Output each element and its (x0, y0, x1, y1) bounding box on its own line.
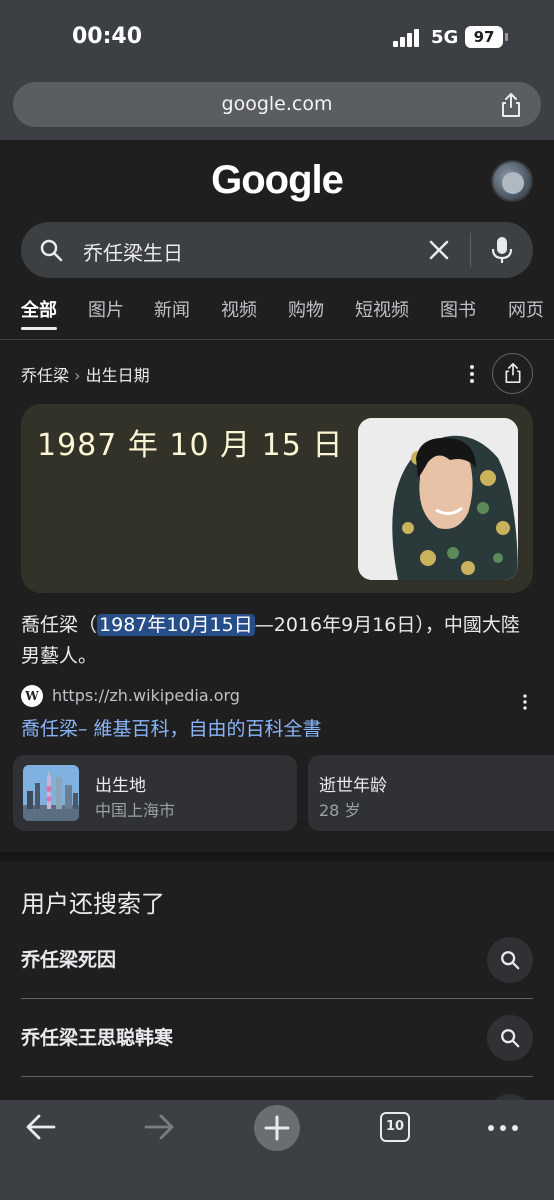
source-more-icon[interactable] (523, 694, 527, 710)
bottom-toolbar: 10 (0, 1100, 554, 1200)
share-icon (505, 363, 521, 383)
menu-icon[interactable] (488, 1125, 518, 1131)
chip-value: 28 岁 (319, 801, 361, 820)
avatar[interactable] (491, 160, 533, 202)
address-text[interactable]: google.com (13, 93, 541, 115)
related-item[interactable]: 乔任梁王思聪韩寒 (21, 999, 533, 1077)
signal-icon (393, 29, 423, 47)
status-time: 00:40 (72, 24, 143, 49)
search-icon (501, 1029, 520, 1048)
close-icon[interactable] (426, 237, 452, 263)
answer-date: 1987 年 10 月 15 日 (37, 428, 344, 463)
share-icon[interactable] (499, 92, 523, 118)
related-search-button[interactable] (487, 1015, 533, 1061)
tab-news[interactable]: 新闻 (154, 296, 190, 322)
google-logo[interactable]: Google (0, 158, 554, 203)
section-divider (0, 852, 554, 862)
tab-all[interactable]: 全部 (21, 296, 57, 330)
related-item[interactable]: 乔任梁死因 (21, 921, 533, 999)
breadcrumb: 乔任梁 › 出生日期 (21, 362, 150, 386)
tab-books[interactable]: 图书 (440, 296, 476, 322)
search-tabs: 全部 图片 新闻 视频 购物 短视频 图书 网页 (0, 296, 554, 340)
breadcrumb-attribute: 出生日期 (85, 366, 150, 385)
new-tab-button[interactable] (254, 1105, 300, 1151)
search-box[interactable]: 乔任梁生日 (21, 222, 533, 278)
tab-switcher-button[interactable]: 10 (380, 1112, 410, 1142)
tab-shopping[interactable]: 购物 (288, 296, 324, 322)
share-button[interactable] (492, 353, 533, 394)
tab-web[interactable]: 网页 (508, 296, 544, 322)
wikipedia-icon: W (21, 685, 43, 707)
chip-death-age[interactable]: 逝世年龄 28 岁 (308, 755, 554, 831)
plus-icon (264, 1115, 290, 1141)
related-heading: 用户还搜索了 (21, 890, 165, 918)
chip-value: 中国上海市 (95, 801, 176, 820)
shanghai-thumbnail (23, 765, 79, 821)
tab-images[interactable]: 图片 (88, 296, 124, 322)
divider (470, 233, 471, 267)
network-type: 5G (431, 27, 459, 48)
forward-arrow-icon (144, 1114, 174, 1140)
related-item-label[interactable]: 乔任梁死因 (21, 945, 116, 972)
breadcrumb-entity[interactable]: 乔任梁 (21, 366, 69, 385)
battery-icon: 97 (465, 26, 508, 48)
more-options-icon[interactable] (470, 365, 474, 383)
snippet-text: 喬任梁（ 1987年10月15日 —2016年9月16日），中國大陸男藝人。 (21, 610, 533, 672)
search-icon (40, 239, 63, 262)
search-input[interactable]: 乔任梁生日 (83, 237, 183, 266)
related-search-button[interactable] (487, 937, 533, 983)
chip-title: 出生地 (95, 776, 146, 796)
chip-title: 逝世年龄 (319, 776, 387, 796)
chip-birthplace[interactable]: 出生地 中国上海市 (13, 755, 297, 831)
related-item-label[interactable]: 乔任梁王思聪韩寒 (21, 1023, 173, 1050)
snippet-highlight: 1987年10月15日 (97, 614, 255, 636)
tab-short-videos[interactable]: 短视频 (355, 296, 409, 322)
breadcrumb-separator: › (74, 366, 81, 385)
snippet-pre: 喬任梁（ (21, 614, 98, 636)
browser-chrome: 00:40 5G 97 google.com (0, 0, 554, 140)
source-url[interactable]: https://zh.wikipedia.org (52, 686, 240, 705)
person-photo[interactable] (358, 418, 518, 580)
back-arrow-icon[interactable] (24, 1112, 58, 1142)
status-bar: 00:40 5G 97 (0, 0, 554, 75)
source-title-link[interactable]: 喬任梁– 維基百科，自由的百科全書 (21, 714, 322, 741)
mic-icon[interactable] (491, 235, 513, 265)
answer-card: 1987 年 10 月 15 日 (21, 404, 533, 593)
address-bar[interactable]: google.com (13, 82, 541, 127)
tab-videos[interactable]: 视频 (221, 296, 257, 322)
search-icon (501, 951, 520, 970)
